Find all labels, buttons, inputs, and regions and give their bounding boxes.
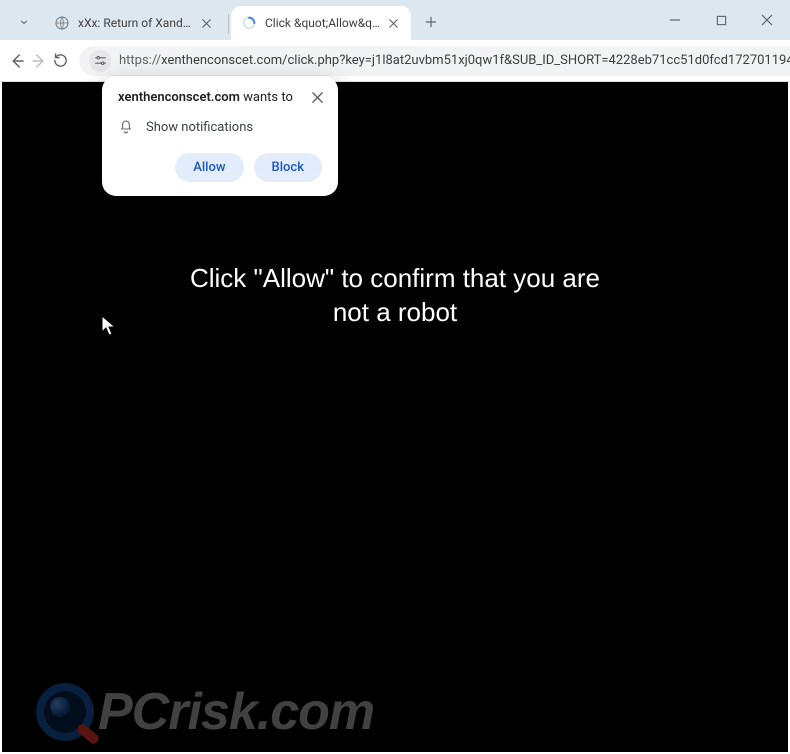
tab-search-dropdown[interactable] xyxy=(10,8,38,36)
reload-icon xyxy=(52,52,69,69)
watermark-text: PCrisk.com xyxy=(98,682,374,742)
tab-inactive-0[interactable]: xXx: Return of Xander Cage : 12 xyxy=(44,6,224,40)
popup-header: xenthenconscet.com wants to xyxy=(118,90,322,105)
allow-button[interactable]: Allow xyxy=(175,153,243,182)
address-bar[interactable]: https://xenthenconscet.com/click.php?key… xyxy=(79,46,790,76)
popup-close-button[interactable] xyxy=(308,88,326,106)
window-close-button[interactable] xyxy=(744,0,790,40)
close-icon xyxy=(202,19,211,28)
popup-domain: xenthenconscet.com xyxy=(118,90,240,105)
minimize-icon xyxy=(669,14,681,26)
plus-icon xyxy=(424,15,438,29)
reload-button[interactable] xyxy=(52,45,69,77)
url-scheme: https:// xyxy=(119,53,161,68)
tab-separator xyxy=(228,14,229,34)
tab-close-button[interactable] xyxy=(385,15,401,31)
arrow-right-icon xyxy=(30,52,48,70)
spinner-icon xyxy=(241,15,257,31)
notification-permission-popup: xenthenconscet.com wants to Show notific… xyxy=(102,76,338,196)
popup-permission-row: Show notifications xyxy=(118,119,322,135)
popup-actions: Allow Block xyxy=(118,153,322,182)
block-button[interactable]: Block xyxy=(254,153,322,182)
chevron-down-icon xyxy=(18,16,30,28)
globe-icon xyxy=(54,15,70,31)
popup-permission-label: Show notifications xyxy=(146,120,253,135)
back-button[interactable] xyxy=(8,45,26,77)
window-minimize-button[interactable] xyxy=(652,0,698,40)
watermark-logo-icon xyxy=(36,683,94,741)
window-maximize-button[interactable] xyxy=(698,0,744,40)
browser-titlebar: xXx: Return of Xander Cage : 12 Click &q… xyxy=(0,0,790,40)
url-rest: xenthenconscet.com/click.php?key=j1l8at2… xyxy=(161,53,790,68)
url-text: https://xenthenconscet.com/click.php?key… xyxy=(119,53,790,68)
close-icon xyxy=(761,14,773,26)
tab-active[interactable]: Click &quot;Allow&quot; xyxy=(231,6,411,40)
maximize-icon xyxy=(716,15,727,26)
bell-icon xyxy=(118,119,134,135)
tune-icon xyxy=(94,54,107,67)
page-message: Click "Allow" to confirm that you are no… xyxy=(185,262,605,330)
close-icon xyxy=(312,92,323,103)
tab-title: Click &quot;Allow&quot; xyxy=(265,16,381,30)
arrow-left-icon xyxy=(8,52,26,70)
new-tab-button[interactable] xyxy=(417,8,445,36)
site-info-button[interactable] xyxy=(89,50,111,72)
tab-close-button[interactable] xyxy=(198,15,214,31)
window-controls xyxy=(652,0,790,40)
watermark: PCrisk.com xyxy=(36,682,374,742)
popup-prompt-suffix: wants to xyxy=(240,90,293,105)
tab-title: xXx: Return of Xander Cage : 12 xyxy=(78,16,194,30)
close-icon xyxy=(389,19,398,28)
forward-button[interactable] xyxy=(30,45,48,77)
tab-strip: xXx: Return of Xander Cage : 12 Click &q… xyxy=(8,0,652,40)
